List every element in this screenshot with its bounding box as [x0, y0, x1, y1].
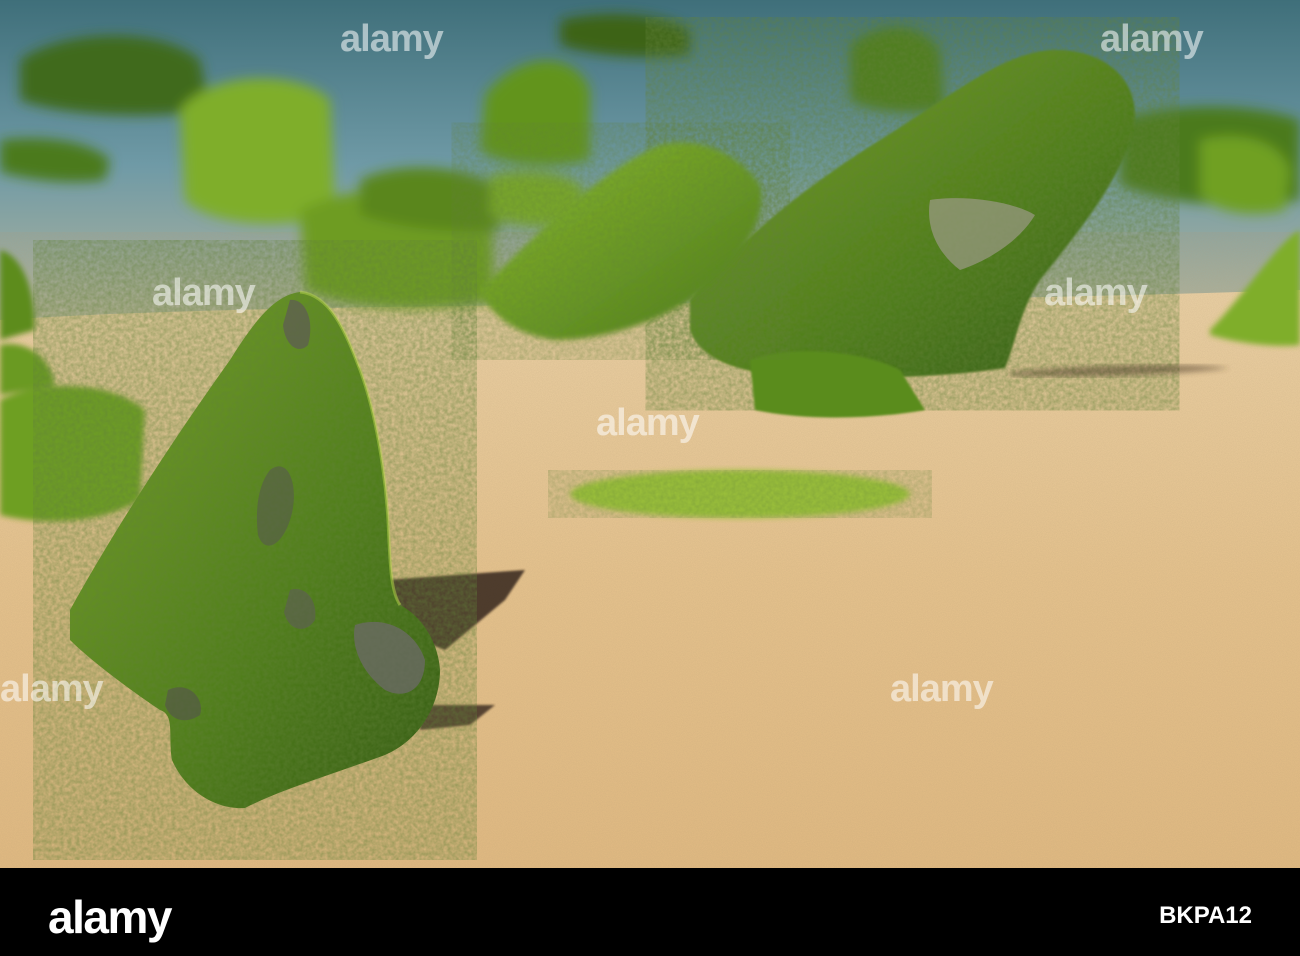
- image-id: BKPA12: [1159, 902, 1252, 929]
- watermark-text: alamy: [340, 18, 444, 60]
- watermark-text: alamy: [596, 402, 700, 444]
- footer-bar: alamy BKPA12: [0, 868, 1300, 956]
- watermark-text: alamy: [1044, 272, 1148, 314]
- watermark-text: alamy: [0, 668, 104, 710]
- watermark-text: alamy: [1100, 18, 1204, 60]
- algae-patch: [570, 470, 910, 518]
- watermark-text: alamy: [152, 272, 256, 314]
- watermark-text: alamy: [890, 668, 994, 710]
- brand-logo[interactable]: alamy: [48, 890, 172, 944]
- beach-photo: alamy alamy alamy alamy alamy alamy alam…: [0, 0, 1300, 868]
